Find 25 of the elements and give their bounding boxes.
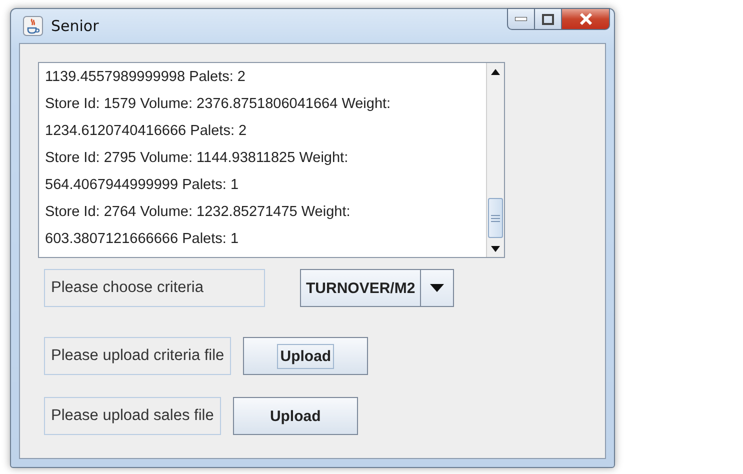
scroll-thumb[interactable]: [488, 198, 503, 238]
output-line: 1139.4557989999998 Palets: 2: [45, 68, 246, 87]
maximize-button[interactable]: [535, 8, 562, 30]
upload-label: Please upload sales file: [44, 397, 221, 435]
output-line: 564.4067944999999 Palets: 1: [45, 176, 240, 195]
upload-label: Please upload criteria file: [44, 337, 232, 375]
output-line: 1234.6120740416666 Palets: 2: [45, 122, 248, 141]
close-icon: [578, 12, 594, 26]
upload-button[interactable]: Upload: [232, 397, 358, 435]
output-text-area[interactable]: [38, 62, 505, 258]
minimize-icon: [515, 17, 527, 21]
maximize-icon: [542, 14, 554, 24]
output-line: Store Id: 2795 Volume: 1144.93811825 Weight:: [45, 149, 350, 168]
window-title: Senior: [51, 17, 99, 35]
criteria-dropdown[interactable]: TURNOVER/M2: [300, 269, 454, 307]
minimize-button[interactable]: [507, 8, 535, 30]
output-line: Store Id: 1579 Volume: 2376.8751806041664 Weight:: [45, 95, 392, 114]
scrollbar[interactable]: [486, 63, 504, 257]
cup-icon: [23, 16, 43, 36]
criteria-label: Please choose criteria: [44, 269, 265, 307]
close-button[interactable]: [562, 8, 610, 30]
caret-icon: [430, 284, 444, 292]
output-line: 603.3807121666666 Palets: 1: [45, 230, 240, 249]
output-line: Store Id: 2764 Volume: 1232.85271475 Weight:: [45, 203, 352, 222]
upload-button[interactable]: Upload: [243, 337, 368, 375]
